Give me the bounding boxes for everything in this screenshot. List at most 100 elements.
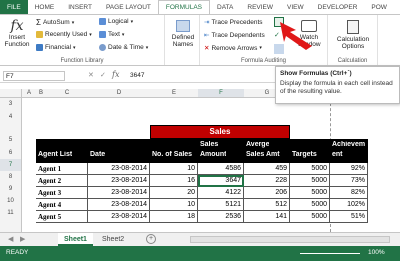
row-header-6[interactable]: 6 <box>0 147 22 159</box>
table-cell[interactable]: 2536 <box>198 211 244 223</box>
clock-icon <box>99 44 106 51</box>
tooltip-title: Show Formulas (Ctrl+`) <box>280 70 352 77</box>
row-header-11[interactable]: 11 <box>0 207 22 219</box>
table-cell[interactable]: 5000 <box>290 211 330 223</box>
remove-arrows-button[interactable]: ✕ Remove Arrows ▾ <box>204 44 262 53</box>
table-cell[interactable]: 5000 <box>290 175 330 187</box>
function-library-group: fx Insert Function Σ AutoSum ▾ Recently … <box>0 15 165 65</box>
agent-name-cell[interactable]: Agent 5 <box>36 211 88 223</box>
chevron-down-icon: ▾ <box>89 31 92 38</box>
table-cell[interactable]: 92% <box>330 163 368 175</box>
zoom-level[interactable]: 100% <box>368 249 385 256</box>
sheet-tab-sheet2[interactable]: Sheet2 <box>96 233 130 246</box>
calculation-options-button[interactable]: Calculation Options <box>330 20 376 50</box>
agent-name-cell[interactable]: Agent 2 <box>36 175 88 187</box>
chevron-down-icon: ▾ <box>130 18 134 25</box>
active-cell[interactable]: 3647 <box>198 175 244 187</box>
defined-names-button[interactable]: Defined Names <box>168 20 198 48</box>
table-cell[interactable]: 228 <box>244 175 290 187</box>
trace-dependents-button[interactable]: ⇤ Trace Dependents <box>204 31 265 40</box>
table-cell[interactable]: 18 <box>150 211 198 223</box>
tab-insert[interactable]: INSERT <box>61 0 99 14</box>
tab-file[interactable]: FILE <box>0 0 28 14</box>
table-cell[interactable]: 82% <box>330 187 368 199</box>
row-header-9[interactable]: 9 <box>0 183 22 195</box>
column-header-a[interactable]: A <box>22 89 36 98</box>
column-header-f[interactable]: F <box>198 89 244 98</box>
date-time-button[interactable]: Date & Time ▾ <box>99 44 148 51</box>
tab-review[interactable]: REVIEW <box>240 0 280 14</box>
row-header-3[interactable]: 3 <box>0 98 22 110</box>
table-cell[interactable]: 23-08-2014 <box>88 175 150 187</box>
cancel-icon[interactable]: ✕ <box>88 71 94 79</box>
tab-view[interactable]: VIEW <box>280 0 311 14</box>
table-cell[interactable]: 206 <box>244 187 290 199</box>
enter-icon[interactable]: ✓ <box>100 71 106 79</box>
column-header-b[interactable]: B <box>36 89 46 98</box>
agent-name-cell[interactable]: Agent 4 <box>36 199 88 211</box>
sheet-nav-next-icon[interactable]: ▶ <box>20 235 25 243</box>
tab-page-layout[interactable]: PAGE LAYOUT <box>99 0 158 14</box>
table-cell[interactable]: 102% <box>330 199 368 211</box>
formula-input[interactable]: 3647 <box>130 71 144 81</box>
tab-developer[interactable]: DEVELOPER <box>311 0 365 14</box>
name-box[interactable]: F7 <box>3 71 65 81</box>
table-cell[interactable]: 5121 <box>198 199 244 211</box>
column-header-c[interactable]: C <box>46 89 88 98</box>
table-cell[interactable]: 5000 <box>290 187 330 199</box>
agent-name-cell[interactable]: Agent 3 <box>36 187 88 199</box>
header-sales-top: Sales <box>200 141 219 148</box>
tab-power[interactable]: POW <box>364 0 394 14</box>
table-cell[interactable]: 10 <box>150 199 198 211</box>
table-cell[interactable]: 512 <box>244 199 290 211</box>
table-cell[interactable]: 23-08-2014 <box>88 163 150 175</box>
insert-function-button[interactable]: fx Insert Function <box>2 18 32 48</box>
header-achievement-top: Achievem <box>332 141 366 148</box>
horizontal-scrollbar[interactable] <box>190 236 390 243</box>
table-cell[interactable]: 51% <box>330 211 368 223</box>
ribbon-tab-bar: FILE HOME INSERT PAGE LAYOUT FORMULAS DA… <box>0 0 400 14</box>
zoom-slider[interactable] <box>300 253 360 254</box>
tab-data[interactable]: DATA <box>210 0 240 14</box>
table-cell[interactable]: 141 <box>244 211 290 223</box>
chevron-down-icon: ▾ <box>121 31 125 38</box>
table-cell[interactable]: 4122 <box>198 187 244 199</box>
fx-icon[interactable]: fx <box>112 70 119 79</box>
table-cell[interactable]: 23-08-2014 <box>88 199 150 211</box>
sheet-tab-sheet1[interactable]: Sheet1 <box>58 233 93 246</box>
table-cell[interactable]: 73% <box>330 175 368 187</box>
table-cell[interactable]: 4586 <box>198 163 244 175</box>
row-header-8[interactable]: 8 <box>0 171 22 183</box>
agent-name-cell[interactable]: Agent 1 <box>36 163 88 175</box>
table-cell[interactable]: 10 <box>150 163 198 175</box>
sheet-nav-prev-icon[interactable]: ◀ <box>8 235 13 243</box>
table-cell[interactable]: 20 <box>150 187 198 199</box>
autosum-button[interactable]: Σ AutoSum ▾ <box>36 18 74 27</box>
table-cell[interactable]: 459 <box>244 163 290 175</box>
financial-button[interactable]: Financial ▾ <box>36 44 76 51</box>
row-header-4[interactable]: 4 <box>0 110 22 125</box>
table-cell[interactable]: 23-08-2014 <box>88 187 150 199</box>
tab-home[interactable]: HOME <box>28 0 62 14</box>
table-cell[interactable]: 16 <box>150 175 198 187</box>
column-header-d[interactable]: D <box>88 89 150 98</box>
logical-button[interactable]: Logical ▾ <box>99 18 133 25</box>
function-library-label: Function Library <box>60 58 104 64</box>
add-sheet-icon[interactable]: + <box>146 234 156 244</box>
question-icon <box>99 18 106 25</box>
defined-names-group: Defined Names <box>165 15 200 65</box>
text-button[interactable]: Text ▾ <box>99 31 124 38</box>
tab-formulas[interactable]: FORMULAS <box>157 0 210 14</box>
row-header-7[interactable]: 7 <box>0 159 22 171</box>
row-header-5[interactable]: 5 <box>0 125 22 147</box>
select-all-corner[interactable] <box>0 89 22 98</box>
table-cell[interactable]: 5000 <box>290 163 330 175</box>
header-averge-top: Averge <box>246 141 270 148</box>
trace-precedents-button[interactable]: ⇥ Trace Precedents <box>204 18 263 27</box>
table-cell[interactable]: 23-08-2014 <box>88 211 150 223</box>
table-cell[interactable]: 5000 <box>290 199 330 211</box>
fx-icon: fx <box>10 18 24 34</box>
recently-used-button[interactable]: Recently Used ▾ <box>36 31 92 38</box>
column-header-e[interactable]: E <box>150 89 198 98</box>
row-header-10[interactable]: 10 <box>0 195 22 207</box>
